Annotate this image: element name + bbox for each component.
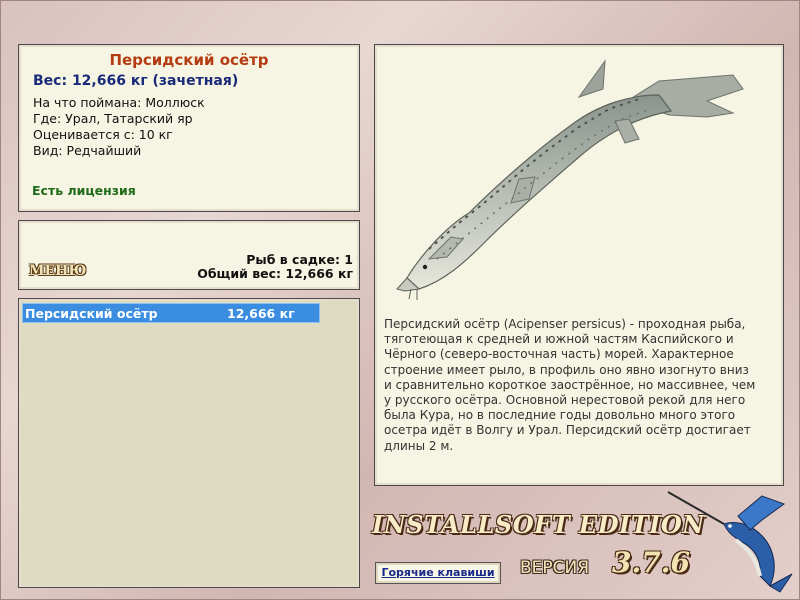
caught-on-text: На что поймана: Моллюск bbox=[33, 95, 205, 110]
cage-summary-panel: МЕНЮ Рыб в садке: 1 Общий вес: 12,666 кг bbox=[18, 220, 360, 290]
fish-description-panel: Персидский осётр (Acipenser persicus) - … bbox=[374, 44, 784, 486]
list-item[interactable]: Персидский осётр 12,666 кг bbox=[22, 303, 320, 323]
fish-info-panel: Персидский осётр Вес: 12,666 кг (зачетна… bbox=[18, 44, 360, 212]
list-item-name: Персидский осётр bbox=[25, 306, 158, 321]
total-weight: Общий вес: 12,666 кг bbox=[197, 266, 353, 281]
fish-count: Рыб в садке: 1 bbox=[246, 252, 353, 267]
menu-button[interactable]: МЕНЮ bbox=[29, 263, 86, 279]
hotkeys-button[interactable]: Горячие клавиши bbox=[375, 562, 501, 584]
catch-list-panel: Персидский осётр 12,666 кг bbox=[18, 298, 360, 588]
kind-text: Вид: Редчайший bbox=[33, 143, 142, 158]
location-text: Где: Урал, Татарский яр bbox=[33, 111, 193, 126]
sturgeon-icon bbox=[396, 59, 744, 300]
fish-title: Персидский осётр bbox=[109, 51, 269, 69]
version-label: ВЕРСИЯ bbox=[520, 558, 590, 578]
list-item-weight: 12,666 кг bbox=[227, 306, 295, 321]
license-status: Есть лицензия bbox=[32, 183, 136, 198]
marlin-logo-icon bbox=[667, 491, 793, 593]
rated-from-text: Оценивается с: 10 кг bbox=[33, 127, 173, 142]
fish-description: Персидский осётр (Acipenser persicus) - … bbox=[384, 317, 756, 453]
edition-title: INSTALLSOFT EDITION bbox=[372, 510, 705, 539]
fish-weight: Вес: 12,666 кг (зачетная) bbox=[33, 73, 239, 89]
